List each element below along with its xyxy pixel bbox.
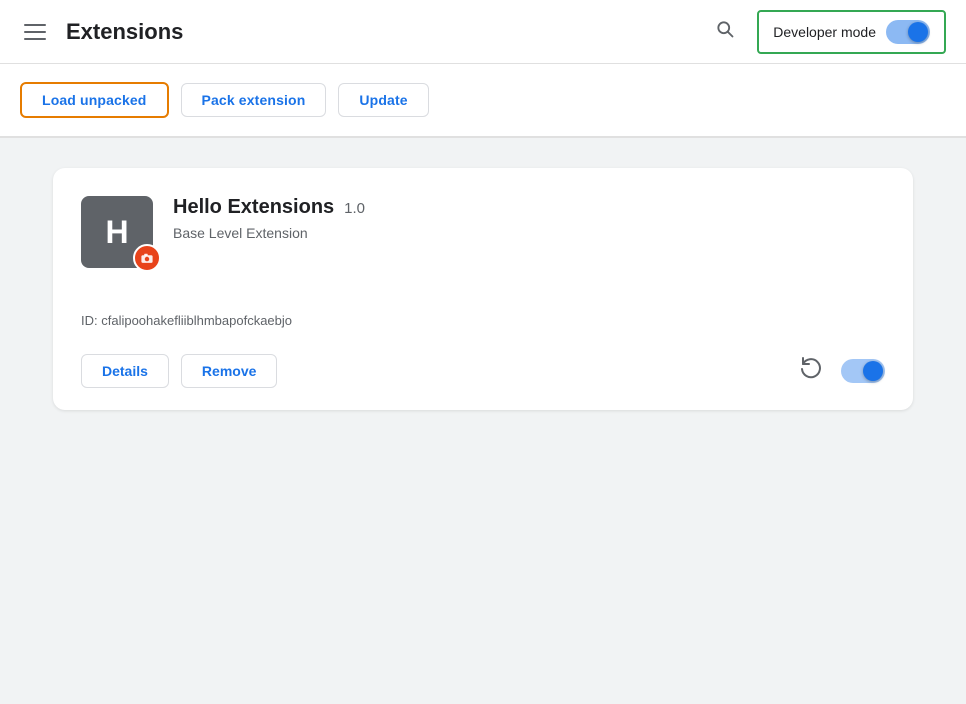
toggle-thumb [908,22,928,42]
developer-mode-label: Developer mode [773,24,876,40]
card-toggle-thumb [863,361,883,381]
search-icon [715,19,735,39]
details-button[interactable]: Details [81,354,169,388]
load-unpacked-button[interactable]: Load unpacked [20,82,169,118]
extension-badge [133,244,161,272]
update-button[interactable]: Update [338,83,428,117]
remove-button[interactable]: Remove [181,354,277,388]
card-top: H Hello Extensions 1.0 Base Level Extens… [81,196,885,268]
extension-id-row: ID: cfalipoohakefliiblhmbapofckaebjo [81,304,885,330]
extension-name: Hello Extensions [173,196,334,219]
camera-icon [140,251,154,265]
search-button[interactable] [709,13,741,51]
extension-description: Base Level Extension [173,225,885,241]
hamburger-menu[interactable] [20,20,50,44]
card-bottom: Details Remove [81,354,885,388]
reload-icon [799,356,823,380]
page-title: Extensions [66,19,183,45]
main-content: H Hello Extensions 1.0 Base Level Extens… [0,138,966,440]
pack-extension-button[interactable]: Pack extension [181,83,327,117]
extension-card: H Hello Extensions 1.0 Base Level Extens… [53,168,913,410]
developer-mode-box: Developer mode [757,10,946,54]
header-left: Extensions [20,19,183,45]
toolbar: Load unpacked Pack extension Update [0,64,966,137]
reload-button[interactable] [799,356,823,386]
developer-mode-toggle[interactable] [886,20,930,44]
hamburger-line-3 [24,38,46,40]
card-actions: Details Remove [81,354,277,388]
extension-id: ID: cfalipoohakefliiblhmbapofckaebjo [81,313,292,328]
header-right: Developer mode [709,10,946,54]
extension-version: 1.0 [344,200,365,217]
header: Extensions Developer mode [0,0,966,64]
hamburger-line-2 [24,31,46,33]
extension-name-row: Hello Extensions 1.0 [173,196,885,219]
hamburger-line-1 [24,24,46,26]
extension-toggle[interactable] [841,359,885,383]
extension-info: Hello Extensions 1.0 Base Level Extensio… [173,196,885,241]
extension-icon-wrapper: H [81,196,153,268]
card-right [799,356,885,386]
